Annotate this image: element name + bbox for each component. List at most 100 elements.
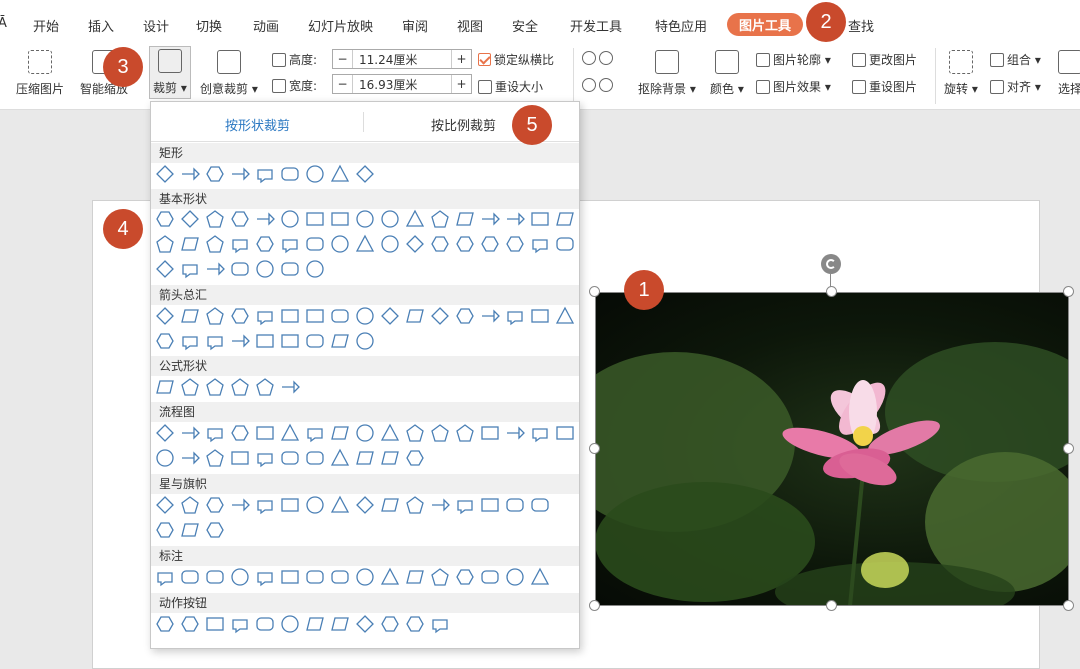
decrease-width-button[interactable]: − <box>333 75 353 93</box>
shape-smiley-icon[interactable] <box>430 234 450 254</box>
rotate-left-button[interactable] <box>582 51 616 65</box>
shape-diamond-icon[interactable] <box>205 423 225 443</box>
shape-roundf-icon[interactable] <box>355 164 375 184</box>
shape-star7-icon[interactable] <box>255 495 275 515</box>
shape-star5-icon[interactable] <box>205 495 225 515</box>
shape-dcall-icon[interactable] <box>305 331 325 351</box>
menu-search[interactable]: 查找 <box>848 16 874 35</box>
shape-neq-icon[interactable] <box>280 377 300 397</box>
shape-bord2-icon[interactable] <box>430 567 450 587</box>
shape-or-icon[interactable] <box>155 448 175 468</box>
shape-arc2-icon[interactable] <box>155 259 175 279</box>
shape-predef-icon[interactable] <box>255 423 275 443</box>
menu-slideshow[interactable]: 幻灯片放映 <box>308 16 373 35</box>
shape-star4-icon[interactable] <box>180 495 200 515</box>
shape-star32-icon[interactable] <box>405 495 425 515</box>
shape-oct-icon[interactable] <box>380 209 400 229</box>
shape-tape-icon[interactable] <box>530 423 550 443</box>
shape-stored-icon[interactable] <box>280 448 300 468</box>
shape-rcall-icon[interactable] <box>230 331 250 351</box>
shape-wedgeoval-icon[interactable] <box>205 567 225 587</box>
shape-uarr-icon[interactable] <box>205 306 225 326</box>
shape-rounded-icon[interactable] <box>180 423 200 443</box>
shape-curvu-icon[interactable] <box>505 306 525 326</box>
lock-ratio-checkbox[interactable]: 锁定纵横比 <box>478 51 554 68</box>
shape-tear-icon[interactable] <box>505 209 525 229</box>
shape-manual-icon[interactable] <box>405 423 425 443</box>
shape-cloud-icon[interactable] <box>555 234 575 254</box>
shape-pent-icon[interactable] <box>305 209 325 229</box>
shape-hex-icon[interactable] <box>330 209 350 229</box>
shape-round2-icon[interactable] <box>305 164 325 184</box>
shape-dec-icon[interactable] <box>405 209 425 229</box>
shape-darr-icon[interactable] <box>230 306 250 326</box>
menu-developer[interactable]: 开发工具 <box>570 16 622 35</box>
shape-acc2-icon[interactable] <box>355 567 375 587</box>
shape-roundd-icon[interactable] <box>330 164 350 184</box>
shape-card-icon[interactable] <box>505 423 525 443</box>
compress-picture-button[interactable]: 压缩图片 <box>16 50 64 97</box>
shape-chevron-icon[interactable] <box>205 331 225 351</box>
shape-ab-home-icon[interactable] <box>255 614 275 634</box>
shape-snip3-icon[interactable] <box>255 164 275 184</box>
shape-corner-icon[interactable] <box>155 234 175 254</box>
shape-callout-icon[interactable] <box>555 306 575 326</box>
shape-ab-blank-icon[interactable] <box>430 614 450 634</box>
shape-pentagon-icon[interactable] <box>180 331 200 351</box>
shape-para-icon[interactable] <box>230 423 250 443</box>
width-value[interactable]: 16.93厘米 <box>353 76 451 93</box>
shape-line3-icon[interactable] <box>305 567 325 587</box>
shape-ab-return-icon[interactable] <box>305 614 325 634</box>
shape-ribbon1-icon[interactable] <box>430 495 450 515</box>
shape-ab-info-icon[interactable] <box>280 614 300 634</box>
shape-curvl-icon[interactable] <box>480 306 500 326</box>
shape-bent-icon[interactable] <box>355 306 375 326</box>
align-button[interactable]: 对齐 ▾ <box>990 78 1041 95</box>
menu-view[interactable]: 视图 <box>457 16 483 35</box>
resize-handle-ne[interactable] <box>1063 286 1074 297</box>
shape-term-icon[interactable] <box>355 423 375 443</box>
flip-button[interactable] <box>582 78 616 92</box>
shape-star12-icon[interactable] <box>330 495 350 515</box>
increase-width-button[interactable]: + <box>451 75 471 93</box>
shape-donut-icon[interactable] <box>330 234 350 254</box>
shape-diamond-icon[interactable] <box>280 209 300 229</box>
shape-star8-icon[interactable] <box>280 495 300 515</box>
color-button[interactable]: 颜色 ▾ <box>710 50 744 97</box>
shape-offpage-icon[interactable] <box>480 423 500 443</box>
menu-transitions[interactable]: 切换 <box>196 16 222 35</box>
resize-handle-s[interactable] <box>826 600 837 611</box>
shape-rect-icon[interactable] <box>155 164 175 184</box>
shape-diag-icon[interactable] <box>180 234 200 254</box>
shape-ab-begin-icon[interactable] <box>205 614 225 634</box>
shape-ab-end-icon[interactable] <box>230 614 250 634</box>
shape-tri-icon[interactable] <box>180 209 200 229</box>
shape-lbrace-icon[interactable] <box>280 259 300 279</box>
width-field[interactable]: − 16.93厘米 + <box>332 74 472 94</box>
shape-prep-icon[interactable] <box>380 423 400 443</box>
shape-bup-icon[interactable] <box>430 306 450 326</box>
reset-size-button[interactable]: 重设大小 <box>478 78 543 95</box>
shape-snip1-icon[interactable] <box>205 164 225 184</box>
shape-bolt-icon[interactable] <box>480 234 500 254</box>
shape-star16-icon[interactable] <box>355 495 375 515</box>
shape-frame-icon[interactable] <box>530 209 550 229</box>
resize-handle-n[interactable] <box>826 286 837 297</box>
group-button[interactable]: 组合 ▾ <box>990 51 1041 68</box>
shape-brackets-icon[interactable] <box>180 259 200 279</box>
shape-rounded-icon[interactable] <box>180 164 200 184</box>
shape-scroll-icon[interactable] <box>530 495 550 515</box>
shape-rbracket-icon[interactable] <box>255 259 275 279</box>
shape-pie-icon[interactable] <box>455 209 475 229</box>
shape-ab-movie-icon[interactable] <box>330 614 350 634</box>
shape-accbord1-icon[interactable] <box>480 567 500 587</box>
shape-accbord3-icon[interactable] <box>530 567 550 587</box>
shape-moon-icon[interactable] <box>530 234 550 254</box>
resize-handle-se[interactable] <box>1063 600 1074 611</box>
shape-luarr-icon[interactable] <box>405 306 425 326</box>
shape-quad-icon[interactable] <box>305 306 325 326</box>
height-value[interactable]: 11.24厘米 <box>353 51 451 68</box>
shape-ucall-icon[interactable] <box>280 331 300 351</box>
shape-ab-help-icon[interactable] <box>405 614 425 634</box>
shape-lrarr-icon[interactable] <box>255 306 275 326</box>
